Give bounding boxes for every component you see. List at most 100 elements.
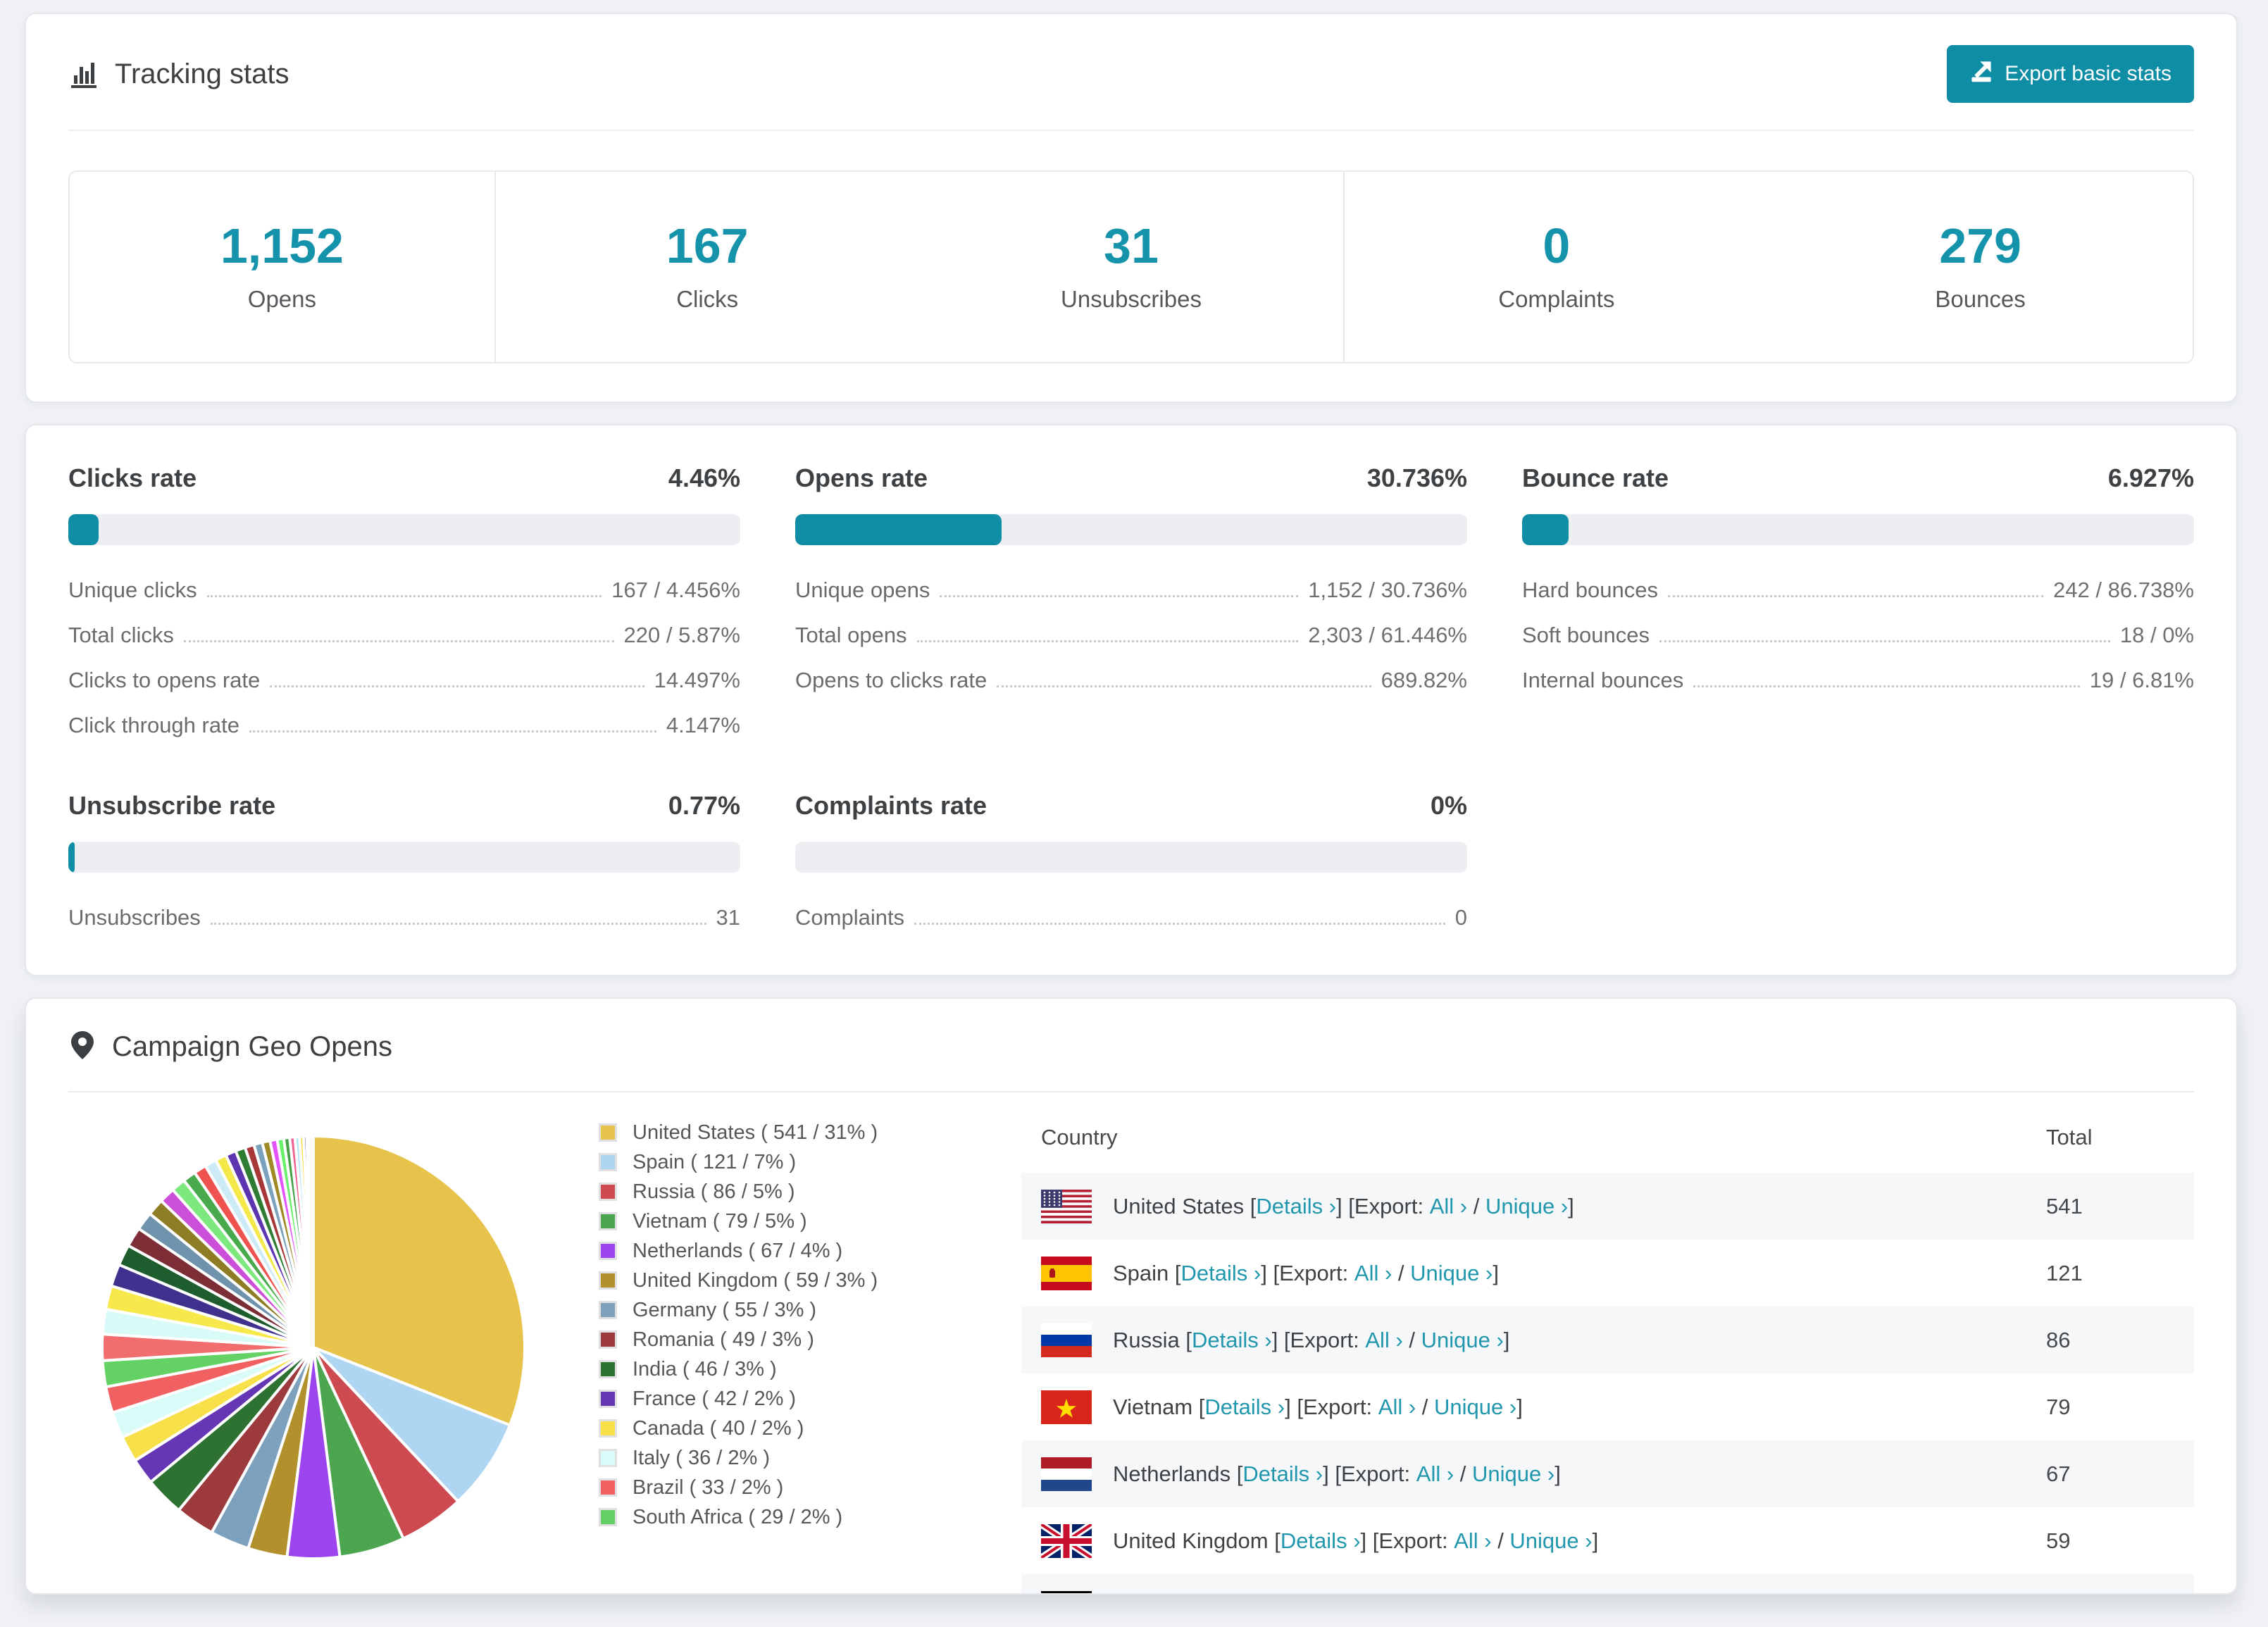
dotted-leader: [270, 685, 644, 687]
rate-block: Complaints rate 0% Complaints 0: [795, 791, 1467, 931]
export-unique-link[interactable]: Unique: [1509, 1528, 1592, 1554]
export-basic-stats-button[interactable]: Export basic stats: [1947, 45, 2194, 103]
table-row: United States [Details] [Export: All / U…: [1021, 1173, 2194, 1240]
geo-table-header: Country Total: [1021, 1111, 2194, 1173]
country-name: United States: [1113, 1193, 1245, 1218]
rate-detail-value: 167 / 4.456%: [611, 578, 740, 602]
details-link[interactable]: Details: [1204, 1395, 1285, 1420]
summary-label: Complaints: [1498, 286, 1615, 312]
rate-detail-value: 14.497%: [654, 668, 740, 692]
rate-block: Opens rate 30.736% Unique opens 1,152 / …: [795, 463, 1467, 739]
export-unique-link[interactable]: Unique: [1485, 1194, 1568, 1219]
legend-label: Italy ( 36 / 2% ): [633, 1446, 771, 1469]
summary-value: 1,152: [220, 218, 344, 273]
export-all-link[interactable]: All: [1416, 1461, 1454, 1487]
details-link[interactable]: Details: [1256, 1194, 1336, 1219]
table-row: Russia [Details] [Export: All / Unique] …: [1021, 1307, 2194, 1373]
rate-title: Bounce rate: [1522, 463, 1669, 492]
details-link[interactable]: Details: [1281, 1528, 1361, 1554]
geo-table: Country Total United States [Details] [E…: [1021, 1111, 2194, 1593]
rate-detail-row: Internal bounces 19 / 6.81%: [1522, 668, 2194, 694]
export-all-link[interactable]: All: [1378, 1395, 1416, 1420]
legend-swatch: [599, 1242, 617, 1260]
country-total: 541: [2046, 1193, 2083, 1218]
dotted-leader: [914, 923, 1445, 925]
rate-detail-row: Unique clicks 167 / 4.456%: [68, 578, 740, 604]
details-link[interactable]: Details: [1181, 1261, 1261, 1286]
legend-swatch: [599, 1123, 617, 1142]
summary-value: 31: [1104, 218, 1159, 273]
legend-swatch: [599, 1390, 617, 1408]
rate-detail-row: Unsubscribes 31: [68, 905, 740, 931]
legend-label: South Africa ( 29 / 2% ): [633, 1505, 843, 1528]
tracking-stats-card: Tracking stats Export basic stats 1,152 …: [25, 13, 2238, 403]
legend-swatch: [599, 1478, 617, 1497]
rate-progress-bar: [68, 514, 740, 545]
rate-detail-value: 1,152 / 30.736%: [1308, 578, 1467, 602]
legend-item: France ( 42 / 2% ): [599, 1384, 997, 1414]
total-column-header: Total: [2046, 1125, 2093, 1149]
rate-detail-label: Unique clicks: [68, 578, 197, 602]
legend-item: Vietnam ( 79 / 5% ): [599, 1207, 997, 1236]
legend-item: Russia ( 86 / 5% ): [599, 1177, 997, 1207]
export-all-link[interactable]: All: [1454, 1528, 1491, 1554]
summary-value: 167: [666, 218, 749, 273]
summary-value: 279: [1939, 218, 2021, 273]
rate-detail-row: Hard bounces 242 / 86.738%: [1522, 578, 2194, 604]
export-unique-link[interactable]: Unique: [1421, 1328, 1504, 1353]
legend-label: Vietnam ( 79 / 5% ): [633, 1209, 807, 1233]
rate-value: 30.736%: [1366, 463, 1467, 492]
rate-detail-label: Soft bounces: [1522, 623, 1650, 647]
legend-label: Russia ( 86 / 5% ): [633, 1180, 795, 1203]
legend-item: Italy ( 36 / 2% ): [599, 1443, 997, 1473]
rate-detail-label: Opens to clicks rate: [795, 668, 987, 692]
legend-item: India ( 46 / 3% ): [599, 1354, 997, 1384]
legend-item: Germany ( 55 / 3% ): [599, 1295, 997, 1325]
rate-detail-value: 18 / 0%: [2119, 623, 2194, 647]
export-all-link[interactable]: All: [1365, 1328, 1402, 1353]
legend-swatch: [599, 1449, 617, 1467]
legend-swatch: [599, 1508, 617, 1526]
rate-block: Unsubscribe rate 0.77% Unsubscribes 31: [68, 791, 740, 931]
country-flag-icon: [1041, 1256, 1092, 1290]
rate-detail-label: Complaints: [795, 905, 905, 930]
rate-detail-label: Internal bounces: [1522, 668, 1684, 692]
rate-detail-label: Total clicks: [68, 623, 174, 647]
legend-label: Spain ( 121 / 7% ): [633, 1150, 797, 1173]
rates-card: Clicks rate 4.46% Unique clicks 167 / 4.…: [25, 424, 2238, 976]
rate-progress-fill: [68, 514, 99, 545]
export-unique-link[interactable]: Unique: [1472, 1461, 1554, 1487]
rate-detail-label: Total opens: [795, 623, 907, 647]
rate-detail-label: Unsubscribes: [68, 905, 201, 930]
legend-item: Canada ( 40 / 2% ): [599, 1414, 997, 1443]
geo-legend: United States ( 541 / 31% ) Spain ( 121 …: [599, 1111, 997, 1532]
export-unique-link[interactable]: Unique: [1434, 1395, 1516, 1420]
rate-detail-value: 31: [716, 905, 740, 930]
table-row: Vietnam [Details] [Export: All / Unique]…: [1021, 1373, 2194, 1440]
details-link[interactable]: Details: [1242, 1461, 1323, 1487]
rate-detail-value: 689.82%: [1381, 668, 1467, 692]
rate-progress-bar: [795, 842, 1467, 873]
tracking-stats-header: Tracking stats Export basic stats: [26, 14, 2236, 130]
rate-progress-bar: [1522, 514, 2194, 545]
legend-label: Brazil ( 33 / 2% ): [633, 1476, 784, 1499]
summary-label: Clicks: [676, 286, 739, 312]
export-all-link[interactable]: All: [1430, 1194, 1467, 1219]
bar-chart-icon: [68, 57, 99, 92]
legend-label: France ( 42 / 2% ): [633, 1387, 797, 1410]
rate-title: Clicks rate: [68, 463, 197, 492]
legend-item: United States ( 541 / 31% ): [599, 1118, 997, 1147]
table-row: United Kingdom [Details] [Export: All / …: [1021, 1507, 2194, 1574]
legend-item: Brazil ( 33 / 2% ): [599, 1473, 997, 1502]
details-link[interactable]: Details: [1192, 1328, 1272, 1353]
export-all-link[interactable]: All: [1354, 1261, 1392, 1286]
country-total: 59: [2046, 1528, 2071, 1553]
rate-detail-row: Opens to clicks rate 689.82%: [795, 668, 1467, 694]
section-title: Campaign Geo Opens: [112, 1031, 393, 1062]
export-unique-link[interactable]: Unique: [1410, 1261, 1493, 1286]
rate-block: Clicks rate 4.46% Unique clicks 167 / 4.…: [68, 463, 740, 739]
rate-title: Opens rate: [795, 463, 928, 492]
rate-detail-rows: Complaints 0: [795, 905, 1467, 931]
export-icon: [1969, 59, 1993, 89]
rate-detail-value: 19 / 6.81%: [2089, 668, 2194, 692]
